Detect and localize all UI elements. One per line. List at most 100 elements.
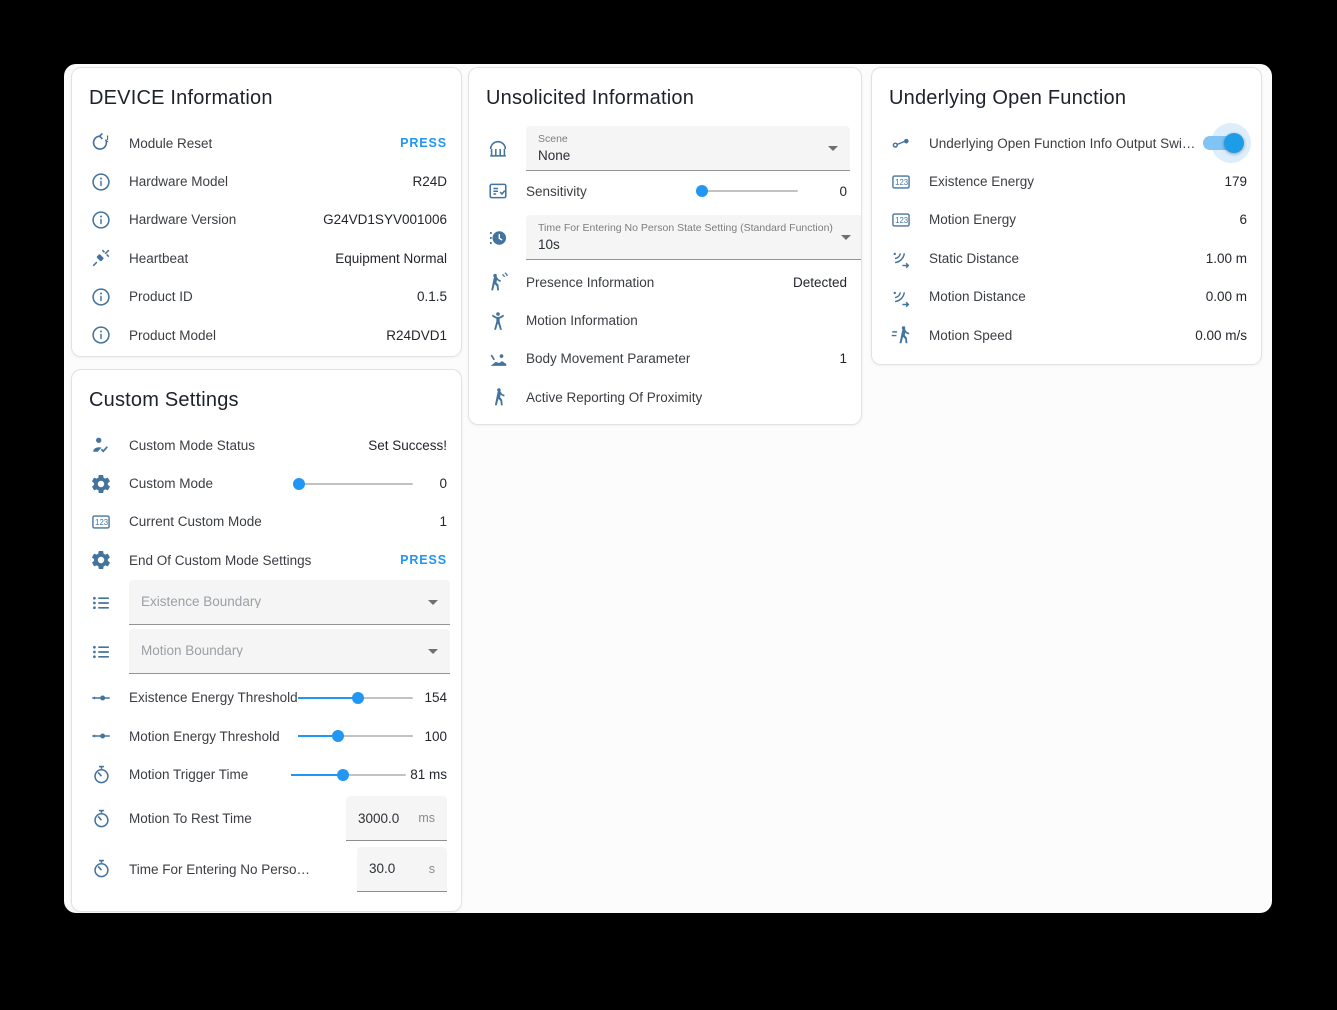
slider-fill (291, 774, 343, 776)
module-reset-icon: ! (89, 131, 113, 155)
sensitivity-icon (486, 179, 510, 203)
underlying-open-function-toggle[interactable] (1199, 123, 1247, 163)
row-static-distance: Static Distance 1.00 m (872, 239, 1261, 277)
dropdown-caret-icon (828, 146, 838, 151)
svg-text:!: ! (106, 134, 109, 144)
select-label: Existence Boundary (141, 596, 261, 608)
scene-icon (486, 137, 510, 161)
status-icon (89, 433, 113, 457)
scene-row: Scene None (469, 126, 861, 171)
info-icon (89, 170, 113, 194)
input-unit: s (423, 862, 435, 876)
select-label: Scene (538, 133, 820, 145)
row-label: Motion To Rest Time (129, 811, 252, 826)
info-icon (89, 323, 113, 347)
device-information-card: DEVICE Information ! Module Reset PRESS … (71, 67, 462, 357)
info-icon (89, 285, 113, 309)
motion-boundary-row: Motion Boundary (72, 629, 461, 674)
row-label: Presence Information (526, 275, 654, 290)
body-movement-icon (486, 347, 510, 371)
underlying-open-function-card: Underlying Open Function Underlying Open… (871, 67, 1262, 365)
device-rows: ! Module Reset PRESS Hardware Model R24D… (72, 124, 461, 354)
slider-value: 0 (417, 476, 447, 491)
row-label: Motion Energy Threshold (129, 729, 280, 744)
underlying-card-title: Underlying Open Function (889, 86, 1245, 110)
speed-icon (889, 323, 913, 347)
motion-trigger-time-slider[interactable] (291, 768, 406, 782)
slider-thumb[interactable] (332, 730, 344, 742)
row-label: Motion Distance (929, 289, 1026, 304)
row-current-custom-mode: 123 Current Custom Mode 1 (72, 503, 461, 541)
row-value: 0.00 m (1198, 289, 1247, 304)
row-product-id: Product ID 0.1.5 (72, 278, 461, 316)
custom-rows: Custom Mode Status Set Success! Custom M… (72, 426, 461, 895)
no-person-time-select[interactable]: Time For Entering No Person State Settin… (526, 215, 862, 260)
end-of-custom-mode-press-button[interactable]: PRESS (400, 553, 447, 567)
row-value: 179 (1216, 174, 1247, 189)
switch-icon (889, 131, 913, 155)
slider-value: 81 ms (410, 767, 447, 782)
gear-icon (89, 472, 113, 496)
unsolicited-information-card: Unsolicited Information Scene None Sensi… (468, 67, 862, 425)
row-label: Existence Energy Threshold (129, 690, 298, 705)
row-value: 1 (431, 514, 447, 529)
slider-thumb[interactable] (696, 185, 708, 197)
row-value: Equipment Normal (327, 251, 447, 266)
existence-energy-threshold-slider[interactable] (298, 691, 413, 705)
row-end-of-custom-mode: End Of Custom Mode Settings PRESS (72, 541, 461, 579)
row-body-movement-parameter: Body Movement Parameter 1 (469, 340, 861, 378)
row-value: 0.1.5 (409, 289, 447, 304)
slider-thumb[interactable] (337, 769, 349, 781)
svg-text:123: 123 (895, 178, 908, 187)
row-value: 0.00 m/s (1187, 328, 1247, 343)
row-label: Motion Trigger Time (129, 767, 248, 782)
custom-mode-slider[interactable] (298, 477, 413, 491)
slider-thumb[interactable] (293, 478, 305, 490)
motion-to-rest-time-input[interactable]: 3000.0 ms (346, 796, 447, 841)
distance-icon (889, 246, 913, 270)
row-custom-mode-status: Custom Mode Status Set Success! (72, 426, 461, 464)
row-existence-energy-threshold: Existence Energy Threshold 154 (72, 679, 461, 717)
row-motion-speed: Motion Speed 0.00 m/s (872, 316, 1261, 354)
numbers-icon: 123 (889, 208, 913, 232)
no-person-time-icon (486, 226, 510, 250)
scene-select[interactable]: Scene None (526, 126, 850, 171)
row-motion-energy: 123 Motion Energy 6 (872, 201, 1261, 239)
row-label: End Of Custom Mode Settings (129, 553, 311, 568)
motion-energy-threshold-slider[interactable] (298, 729, 413, 743)
threshold-icon (89, 686, 113, 710)
slider-track[interactable] (698, 190, 798, 192)
existence-boundary-select[interactable]: Existence Boundary (129, 580, 450, 625)
slider-thumb[interactable] (352, 692, 364, 704)
time-entering-no-person-input[interactable]: 30.0 s (357, 847, 447, 892)
sensitivity-slider[interactable] (698, 184, 798, 198)
row-hardware-version: Hardware Version G24VD1SYV001006 (72, 201, 461, 239)
row-value: Set Success! (360, 438, 447, 453)
list-icon (89, 591, 113, 615)
row-motion-energy-threshold: Motion Energy Threshold 100 (72, 717, 461, 755)
row-product-model: Product Model R24DVD1 (72, 316, 461, 354)
proximity-icon (486, 385, 510, 409)
row-value: Detected (785, 275, 847, 290)
dropdown-caret-icon (428, 600, 438, 605)
row-module-reset: ! Module Reset PRESS (72, 124, 461, 162)
row-underlying-switch: Underlying Open Function Info Output Swi… (872, 124, 1261, 162)
row-value: G24VD1SYV001006 (315, 212, 447, 227)
row-label: Time For Entering No Perso… (129, 862, 310, 877)
row-motion-to-rest-time: Motion To Rest Time 3000.0 ms (72, 794, 461, 845)
module-reset-press-button[interactable]: PRESS (400, 136, 447, 150)
gear-icon (89, 548, 113, 572)
presence-icon (486, 270, 510, 294)
row-label: Motion Speed (929, 328, 1012, 343)
slider-fill (298, 697, 358, 699)
motion-boundary-select[interactable]: Motion Boundary (129, 629, 450, 674)
svg-text:123: 123 (895, 216, 908, 225)
slider-track[interactable] (298, 483, 413, 485)
row-heartbeat: Heartbeat Equipment Normal (72, 239, 461, 277)
row-value: 6 (1231, 212, 1247, 227)
heartbeat-icon (89, 246, 113, 270)
row-value: 1 (831, 351, 847, 366)
timer-icon (89, 807, 113, 831)
no-person-time-row: Time For Entering No Person State Settin… (469, 215, 861, 260)
row-label: Underlying Open Function Info Output Swi… (929, 136, 1199, 151)
